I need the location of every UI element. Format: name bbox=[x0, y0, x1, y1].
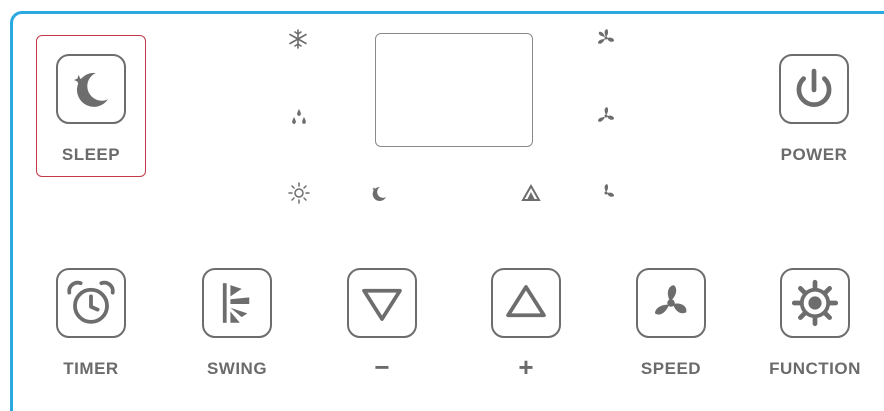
power-label: POWER bbox=[780, 145, 848, 164]
gear-icon bbox=[791, 279, 839, 327]
plus-button[interactable] bbox=[491, 268, 561, 338]
sleep-moon-icon bbox=[368, 182, 390, 204]
alarm-clock-icon bbox=[67, 280, 115, 324]
function-label: FUNCTION bbox=[769, 359, 861, 378]
timer-label: TIMER bbox=[63, 359, 119, 378]
minus-label: − bbox=[374, 352, 390, 382]
plus-label: + bbox=[518, 352, 534, 382]
sleep-label: SLEEP bbox=[61, 145, 121, 164]
function-button[interactable] bbox=[780, 268, 850, 338]
speed-label: SPEED bbox=[640, 359, 702, 378]
fan-high-icon bbox=[595, 27, 617, 49]
snowflake-icon bbox=[287, 28, 309, 50]
power-icon bbox=[796, 68, 832, 107]
fan-icon bbox=[654, 285, 687, 315]
sun-icon bbox=[288, 182, 310, 204]
moon-star-icon bbox=[74, 72, 108, 107]
speed-button[interactable] bbox=[636, 268, 706, 338]
droplets-icon bbox=[288, 106, 310, 128]
fan-medium-icon bbox=[595, 105, 617, 127]
timer-button[interactable] bbox=[56, 268, 126, 338]
triangle-up-icon bbox=[506, 285, 546, 318]
swing-label: SWING bbox=[206, 359, 268, 378]
swing-louver-icon bbox=[222, 283, 250, 323]
triangle-down-icon bbox=[362, 288, 402, 321]
swing-button[interactable] bbox=[202, 268, 272, 338]
auto-icon bbox=[520, 182, 542, 204]
fan-low-icon bbox=[595, 182, 617, 204]
lcd-display bbox=[375, 33, 533, 147]
power-button[interactable] bbox=[779, 54, 849, 124]
sleep-button[interactable] bbox=[56, 54, 126, 124]
minus-button[interactable] bbox=[347, 268, 417, 338]
